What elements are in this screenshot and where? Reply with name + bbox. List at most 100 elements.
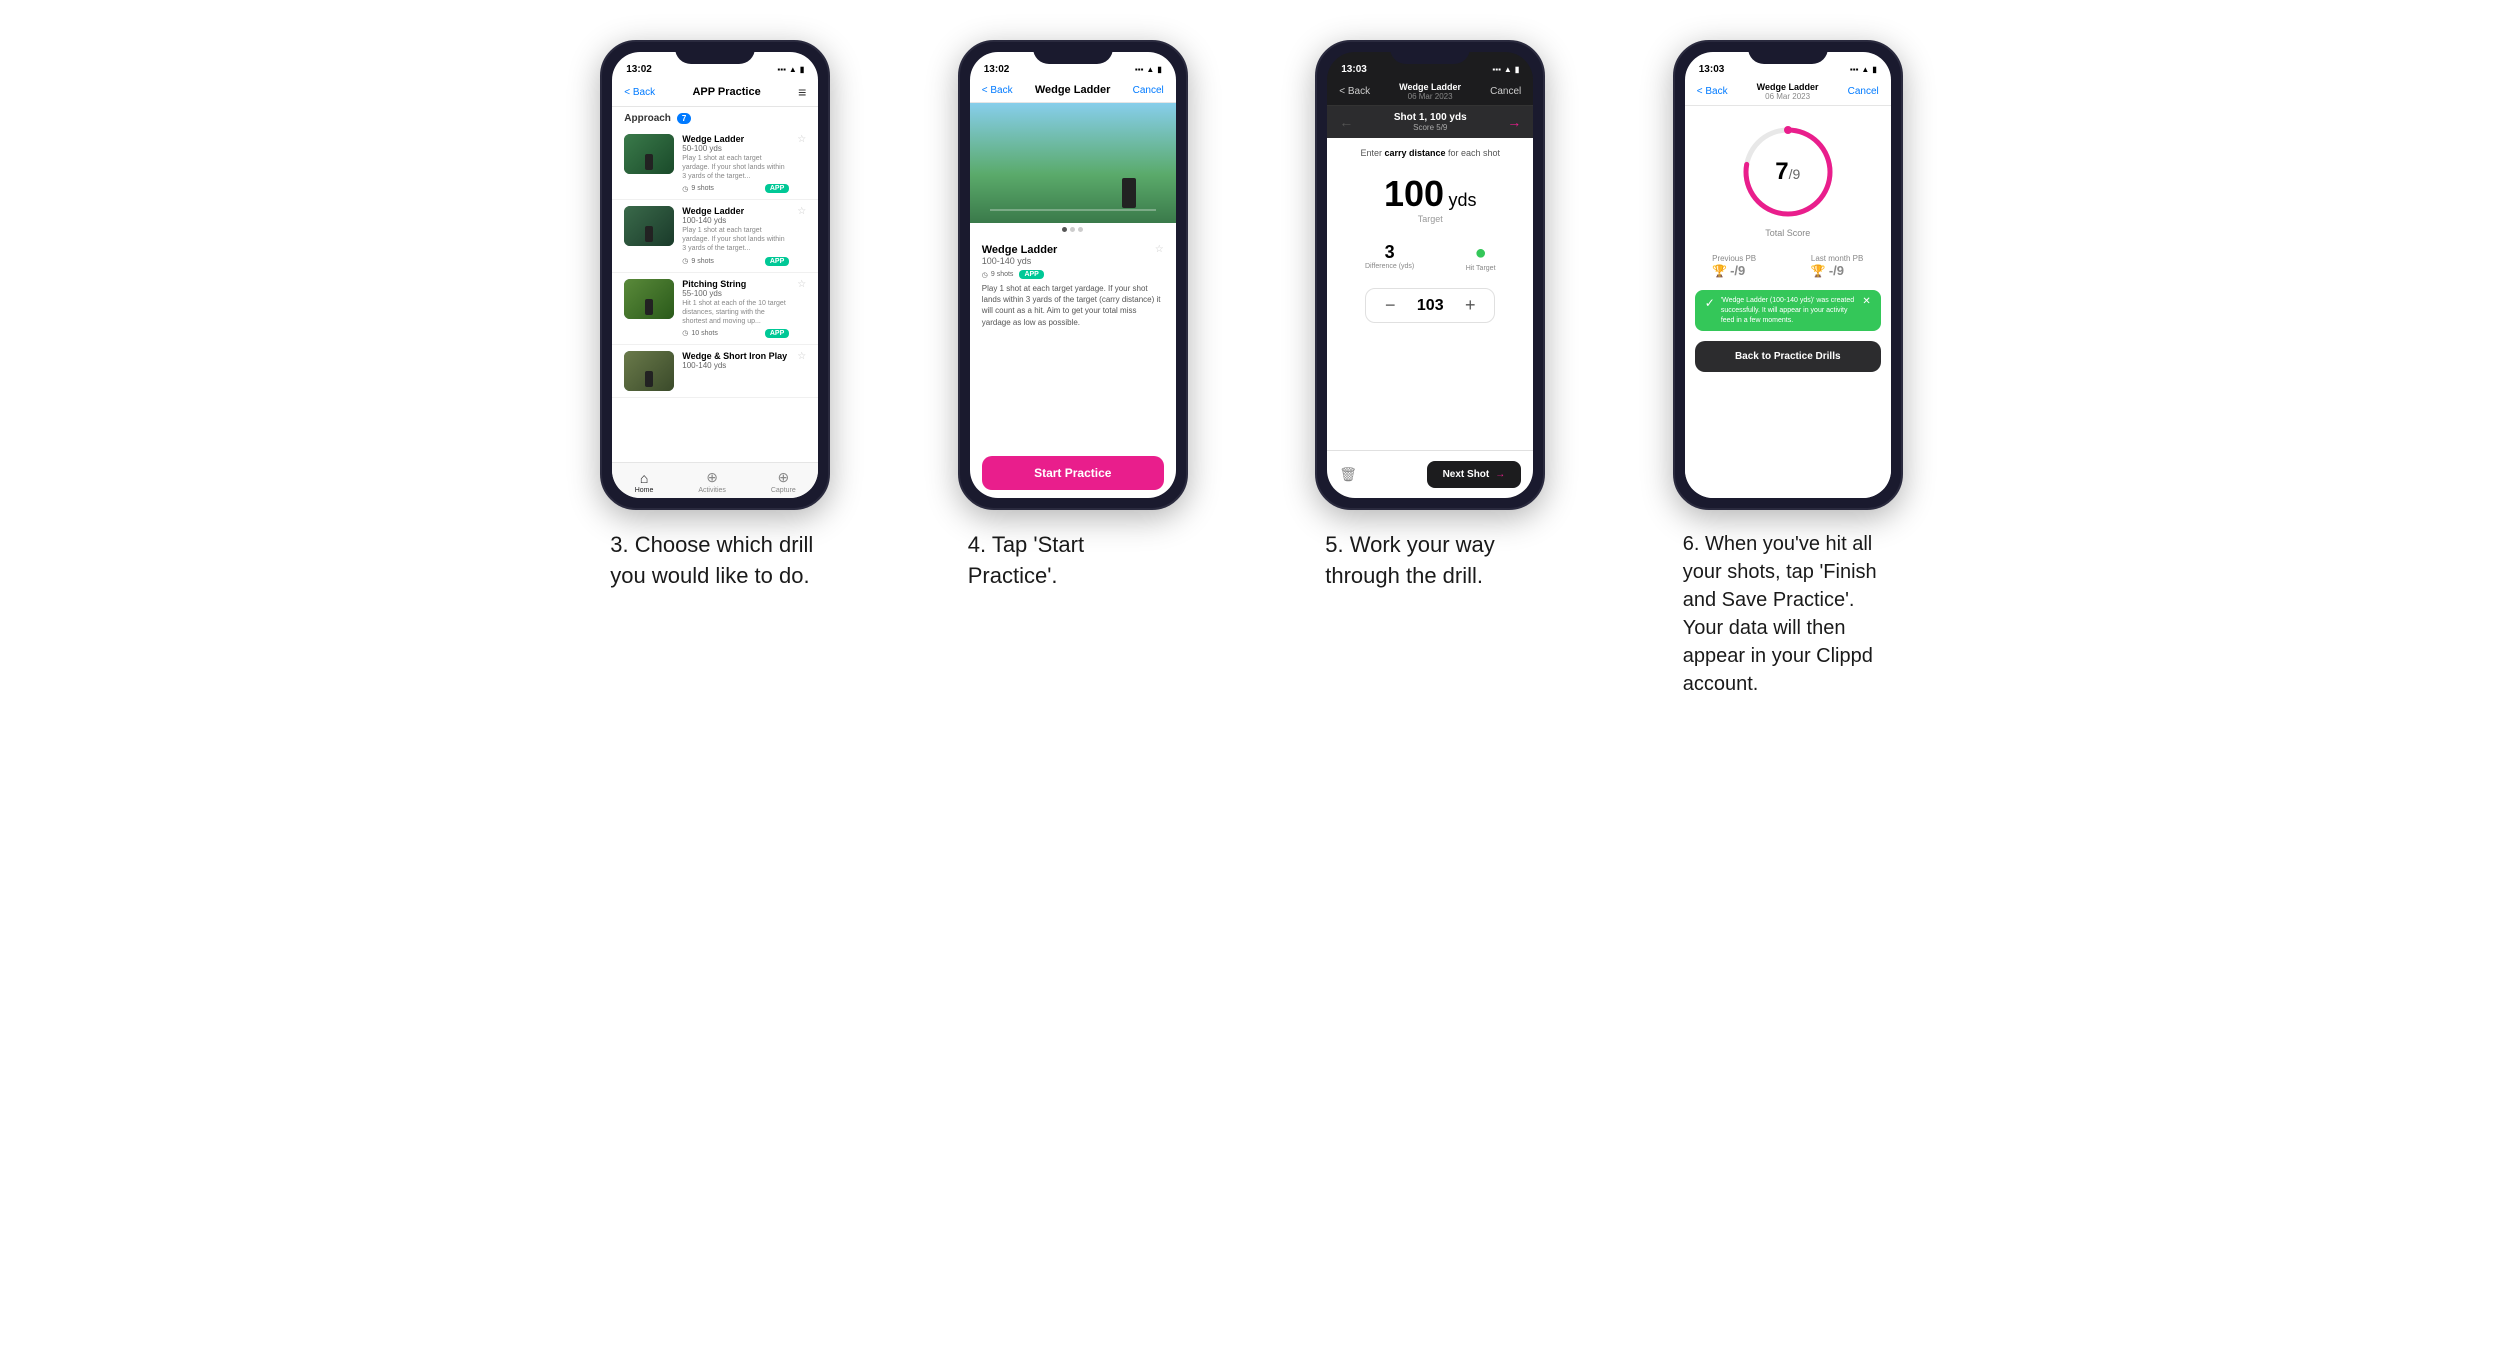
back-button-3[interactable]: < Back <box>624 87 655 98</box>
time-5: 13:03 <box>1341 64 1367 75</box>
target-yds-unit: yds <box>1449 190 1477 210</box>
drill-image-1 <box>624 134 674 174</box>
drill-list-3: Wedge Ladder 50-100 yds Play 1 shot at e… <box>612 128 818 462</box>
back-button-6[interactable]: < Back <box>1697 86 1728 97</box>
dot-3 <box>1078 227 1083 232</box>
phone-3-inner: 13:02 ▪▪▪ ▲ ▮ < Back APP Practice ≡ Appr… <box>612 52 818 498</box>
detail-name-area: Wedge Ladder 100-140 yds <box>982 244 1058 266</box>
drill-meta-3: ◷ 10 shots APP <box>682 329 789 338</box>
drill-item-4[interactable]: Wedge & Short Iron Play 100-140 yds ☆ <box>612 345 818 398</box>
drill-item-3[interactable]: Pitching String 55-100 yds Hit 1 shot at… <box>612 273 818 345</box>
menu-icon-3[interactable]: ≡ <box>798 84 806 100</box>
yardage-input-value[interactable]: 103 <box>1410 297 1450 315</box>
drill-item-2[interactable]: Wedge Ladder 100-140 yds Play 1 shot at … <box>612 200 818 272</box>
cancel-button-4[interactable]: Cancel <box>1133 85 1164 96</box>
star-icon-1[interactable]: ☆ <box>797 134 806 145</box>
bottom-nav-3: ⌂ Home ⊕ Activities ⊕ Capture <box>612 462 818 498</box>
battery-icon-6: ▮ <box>1872 65 1876 74</box>
app-badge-3: APP <box>765 329 789 338</box>
nav-activities[interactable]: ⊕ Activities <box>698 469 726 494</box>
star-icon-4[interactable]: ☆ <box>797 351 806 362</box>
nav-subtitle-5: 06 Mar 2023 <box>1399 92 1461 101</box>
step-4-column: 13:02 ▪▪▪ ▲ ▮ < Back Wedge Ladder Cancel <box>909 40 1237 592</box>
nav-capture[interactable]: ⊕ Capture <box>771 469 796 494</box>
delete-shot-icon[interactable]: 🗑 <box>1339 466 1357 483</box>
time-3: 13:02 <box>626 64 652 75</box>
hit-target-item: ● Hit Target <box>1466 242 1496 272</box>
phone-6-frame: 13:03 ▪▪▪ ▲ ▮ < Back Wedge Ladder 06 Mar… <box>1673 40 1903 510</box>
clock-icon-2: ◷ <box>682 257 688 265</box>
cancel-button-5[interactable]: Cancel <box>1490 86 1521 97</box>
drill-thumb-2 <box>624 206 674 246</box>
target-label: Target <box>1384 214 1477 224</box>
score-denom: /9 <box>1789 166 1801 182</box>
star-icon-2[interactable]: ☆ <box>797 206 806 217</box>
image-dots-4 <box>970 223 1176 236</box>
detail-drill-yards: 100-140 yds <box>982 256 1058 266</box>
decrement-button[interactable]: − <box>1378 295 1402 316</box>
drill-info-2: Wedge Ladder 100-140 yds Play 1 shot at … <box>682 206 789 265</box>
drill-yards-1: 50-100 yds <box>682 144 789 153</box>
nav-center-5: Wedge Ladder 06 Mar 2023 <box>1399 82 1461 101</box>
drill-name-4: Wedge & Short Iron Play <box>682 351 789 361</box>
drill-info-4: Wedge & Short Iron Play 100-140 yds <box>682 351 789 370</box>
status-icons-5: ▪▪▪ ▲ ▮ <box>1492 65 1519 74</box>
activities-icon: ⊕ <box>706 469 718 486</box>
score-text-overlay: 7/9 <box>1775 158 1800 186</box>
shot-info-center: Shot 1, 100 yds Score 5/9 <box>1394 112 1467 132</box>
phone-3-frame: 13:02 ▪▪▪ ▲ ▮ < Back APP Practice ≡ Appr… <box>600 40 830 510</box>
phone-4-frame: 13:02 ▪▪▪ ▲ ▮ < Back Wedge Ladder Cancel <box>958 40 1188 510</box>
nav-bar-3: < Back APP Practice ≡ <box>612 80 818 107</box>
shot-header-5: ← Shot 1, 100 yds Score 5/9 → <box>1327 106 1533 138</box>
signal-icon-4: ▪▪▪ <box>1135 65 1144 74</box>
last-month-pb-item: Last month PB 🏆 -/9 <box>1811 254 1863 278</box>
cancel-button-6[interactable]: Cancel <box>1848 86 1879 97</box>
start-practice-button[interactable]: Start Practice <box>982 456 1164 490</box>
phone-4-inner: 13:02 ▪▪▪ ▲ ▮ < Back Wedge Ladder Cancel <box>970 52 1176 498</box>
detail-meta-4: ◷ 9 shots APP <box>982 270 1164 279</box>
star-icon-3[interactable]: ☆ <box>797 279 806 290</box>
golfer-figure-1 <box>645 154 653 170</box>
previous-pb-item: Previous PB 🏆 -/9 <box>1712 254 1756 278</box>
yardage-input-row: − 103 + <box>1365 288 1495 323</box>
drill-desc-2: Play 1 shot at each target yardage. If y… <box>682 226 789 253</box>
time-4: 13:02 <box>984 64 1010 75</box>
back-button-4[interactable]: < Back <box>982 85 1013 96</box>
back-button-5[interactable]: < Back <box>1339 86 1370 97</box>
drill-yards-3: 55-100 yds <box>682 289 789 298</box>
drill-desc-3: Hit 1 shot at each of the 10 target dist… <box>682 299 789 326</box>
phone-5-inner: 13:03 ▪▪▪ ▲ ▮ < Back Wedge Ladder 06 Mar… <box>1327 52 1533 498</box>
increment-button[interactable]: + <box>1458 295 1482 316</box>
drill-image-large-4 <box>970 103 1176 223</box>
difference-label: Difference (yds) <box>1365 263 1414 270</box>
wifi-icon-4: ▲ <box>1146 65 1154 74</box>
drill-yards-4: 100-140 yds <box>682 361 789 370</box>
drill-yards-2: 100-140 yds <box>682 216 789 225</box>
back-to-drills-button[interactable]: Back to Practice Drills <box>1695 341 1881 372</box>
target-display: 100 yds Target <box>1384 176 1477 224</box>
prev-shot-arrow[interactable]: ← <box>1339 114 1353 130</box>
result-row: 3 Difference (yds) ● Hit Target <box>1339 242 1521 272</box>
notch-5 <box>1390 42 1470 64</box>
toast-close-icon[interactable]: ✕ <box>1862 296 1870 307</box>
shots-count-2: ◷ 9 shots <box>682 257 714 265</box>
clock-icon-detail: ◷ <box>982 271 988 279</box>
next-shot-arrow-icon: → <box>1495 469 1505 480</box>
battery-icon: ▮ <box>800 65 804 74</box>
battery-icon-5: ▮ <box>1515 65 1519 74</box>
detail-desc-4: Play 1 shot at each target yardage. If y… <box>982 283 1164 328</box>
wifi-icon-6: ▲ <box>1861 65 1869 74</box>
next-shot-bar: 🗑 Next Shot → <box>1327 450 1533 498</box>
star-icon-detail[interactable]: ☆ <box>1155 244 1164 255</box>
step-3-desc: 3. Choose which drill you would like to … <box>600 530 830 592</box>
next-shot-button[interactable]: Next Shot → <box>1427 461 1522 488</box>
section-label-3: Approach <box>624 113 671 124</box>
drill-item-1[interactable]: Wedge Ladder 50-100 yds Play 1 shot at e… <box>612 128 818 200</box>
app-badge-2: APP <box>765 257 789 266</box>
wifi-icon-5: ▲ <box>1504 65 1512 74</box>
next-shot-arrow[interactable]: → <box>1507 114 1521 130</box>
nav-home[interactable]: ⌂ Home <box>635 470 654 494</box>
clock-icon-1: ◷ <box>682 185 688 193</box>
ground-line <box>990 209 1156 211</box>
home-icon: ⌂ <box>640 470 648 486</box>
